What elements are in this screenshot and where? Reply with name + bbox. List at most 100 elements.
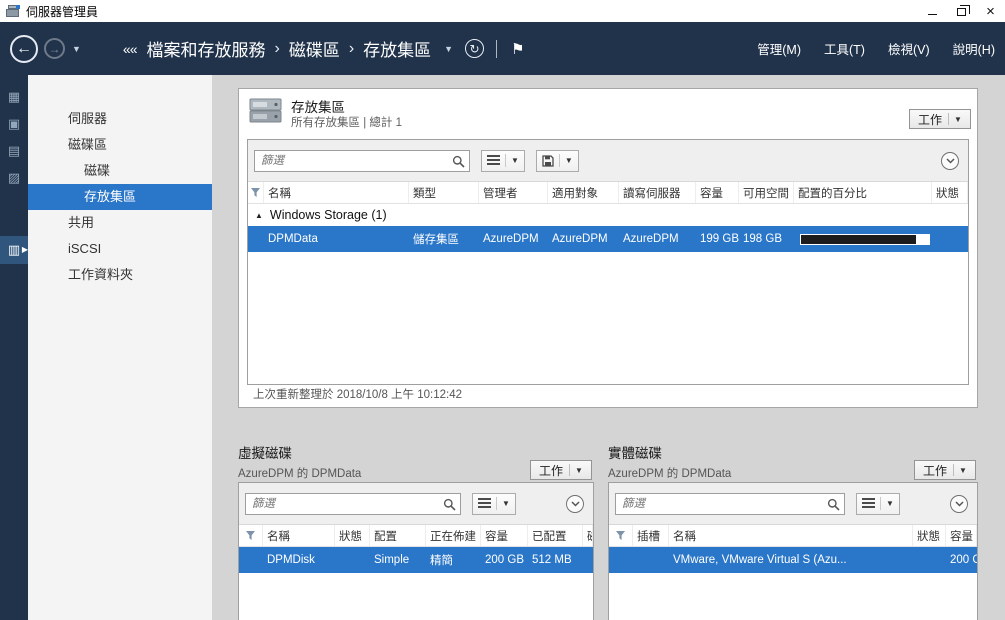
tasks-label: 工作 bbox=[923, 463, 948, 478]
sidebar-item-servers[interactable]: 伺服器 bbox=[28, 106, 212, 132]
column-header-type[interactable]: 類型 bbox=[409, 182, 479, 203]
pools-tasks-button[interactable]: 工作 ▼ bbox=[909, 109, 971, 129]
filter-input[interactable] bbox=[245, 492, 461, 515]
search-icon[interactable] bbox=[443, 498, 456, 511]
cell-managed-by: AzureDPM bbox=[483, 233, 539, 245]
virtual-disks-header: 虛擬磁碟 AzureDPM 的 DPMData 工作 ▼ bbox=[238, 442, 594, 480]
export-button[interactable]: ▼ bbox=[535, 149, 579, 172]
dashboard-icon[interactable]: ▦ bbox=[0, 85, 28, 109]
breadcrumb-item[interactable]: 檔案和存放服務 bbox=[147, 36, 266, 61]
menu-view[interactable]: 檢視(V) bbox=[888, 39, 930, 58]
column-header-status[interactable]: 狀態 bbox=[335, 525, 370, 546]
column-header-percent-allocated[interactable]: 配置的百分比 bbox=[794, 182, 932, 203]
column-header-status[interactable]: 狀態 bbox=[913, 525, 946, 546]
breadcrumb-separator-icon: › bbox=[274, 39, 280, 57]
chevron-down-icon bbox=[945, 157, 955, 164]
back-button[interactable]: ← bbox=[10, 34, 38, 63]
restore-icon bbox=[957, 5, 970, 16]
filter-criteria-button[interactable]: ▼ bbox=[472, 492, 516, 515]
collapse-tile-button[interactable] bbox=[950, 494, 968, 513]
close-button[interactable]: × bbox=[976, 0, 1005, 22]
cell-capacity: 200 GB bbox=[950, 554, 977, 566]
pool-row-dpmdata[interactable]: DPMData 儲存集區 AzureDPM AzureDPM AzureDPM … bbox=[248, 226, 968, 252]
refresh-button[interactable]: ↻ bbox=[465, 39, 485, 58]
file-storage-services-icon[interactable]: ▥ ▶ bbox=[0, 236, 28, 264]
chevron-down-icon: ▼ bbox=[953, 464, 967, 476]
column-header-capacity[interactable]: 容量 bbox=[946, 525, 977, 546]
collapse-tile-button[interactable] bbox=[566, 494, 584, 513]
chevron-down-icon: ▼ bbox=[505, 154, 519, 167]
breadcrumb-dropdown-icon[interactable]: ▼ bbox=[444, 44, 453, 54]
sidebar-item-volumes[interactable]: 磁碟區 bbox=[28, 132, 212, 158]
cell-name: VMware, VMware Virtual S (Azu... bbox=[673, 554, 847, 566]
breadcrumb-item-current[interactable]: 存放集區 bbox=[363, 36, 431, 61]
chevron-down-icon bbox=[954, 500, 964, 507]
filter-column-header[interactable] bbox=[248, 182, 264, 203]
column-header-capacity[interactable]: 容量 bbox=[481, 525, 528, 546]
column-header-truncated[interactable]: 磁 bbox=[583, 525, 593, 546]
notifications-flag-icon[interactable]: ⚑ bbox=[511, 40, 524, 58]
column-header-available-to[interactable]: 適用對象 bbox=[548, 182, 619, 203]
menu-help[interactable]: 說明(H) bbox=[953, 39, 995, 58]
column-header-name[interactable]: 名稱 bbox=[263, 525, 335, 546]
physical-disk-row-vmware[interactable]: VMware, VMware Virtual S (Azu... 200 GB bbox=[609, 547, 977, 573]
percent-allocated-bar bbox=[800, 233, 930, 245]
restore-button[interactable] bbox=[947, 0, 976, 22]
cell-provisioning: 精簡 bbox=[430, 555, 453, 567]
storage-pool-icon bbox=[249, 98, 282, 123]
forward-arrow-icon: → bbox=[48, 41, 61, 56]
cell-capacity: 199 GB bbox=[700, 233, 739, 245]
virtual-disks-list: ▼ 名稱 狀態 配置 正在佈建 容量 bbox=[238, 482, 594, 620]
filter-input[interactable] bbox=[254, 149, 470, 172]
menu-tools[interactable]: 工具(T) bbox=[824, 39, 865, 58]
menu-manage[interactable]: 管理(M) bbox=[757, 39, 801, 58]
cell-allocated: 512 MB bbox=[532, 554, 572, 566]
sidebar-item-storage-pools[interactable]: 存放集區 bbox=[28, 184, 212, 210]
breadcrumb-separator-icon: › bbox=[348, 39, 355, 57]
filter-criteria-button[interactable]: ▼ bbox=[481, 149, 525, 172]
navigation-bar: ← → ▼ «« 檔案和存放服務 › 磁碟區 › 存放集區 ▼ ↻ ⚑ 管理(M… bbox=[0, 22, 1005, 75]
sidebar-item-iscsi[interactable]: iSCSI bbox=[28, 236, 212, 262]
local-server-icon[interactable]: ▣ bbox=[0, 112, 28, 136]
column-header-slot[interactable]: 插槽 bbox=[633, 525, 669, 546]
search-icon[interactable] bbox=[452, 155, 465, 168]
filter-input[interactable] bbox=[615, 492, 845, 515]
virtual-disk-row-dpmdisk[interactable]: DPMDisk Simple 精簡 200 GB 512 MB bbox=[239, 547, 593, 573]
physical-disks-filter bbox=[615, 492, 845, 515]
virtual-disks-tasks-button[interactable]: 工作 ▼ bbox=[530, 460, 592, 480]
virtual-disks-filter bbox=[245, 492, 461, 515]
history-dropdown-icon[interactable]: ▼ bbox=[72, 44, 81, 54]
sidebar-item-label: 磁碟區 bbox=[68, 137, 108, 152]
column-header-name[interactable]: 名稱 bbox=[669, 525, 913, 546]
filter-column-header[interactable] bbox=[609, 525, 633, 546]
column-header-allocated[interactable]: 已配置 bbox=[528, 525, 583, 546]
subtile-title: 虛擬磁碟 bbox=[238, 446, 292, 461]
filter-column-header[interactable] bbox=[239, 525, 263, 546]
column-header-provisioning[interactable]: 正在佈建 bbox=[426, 525, 481, 546]
column-header-status[interactable]: 狀態 bbox=[932, 182, 968, 203]
minimize-button[interactable] bbox=[918, 0, 947, 22]
column-header-free-space[interactable]: 可用空間 bbox=[739, 182, 794, 203]
column-header-managed-by[interactable]: 管理者 bbox=[479, 182, 548, 203]
cell-available-to: AzureDPM bbox=[552, 233, 608, 245]
roles-icon[interactable]: ▨ bbox=[0, 166, 28, 190]
all-servers-icon[interactable]: ▤ bbox=[0, 139, 28, 163]
breadcrumb-collapse-icon[interactable]: «« bbox=[123, 41, 138, 57]
collapse-tile-button[interactable] bbox=[941, 151, 959, 170]
cell-name: DPMDisk bbox=[267, 554, 315, 566]
sidebar-item-label: 伺服器 bbox=[68, 111, 108, 126]
column-header-rw-server[interactable]: 讀寫伺服器 bbox=[619, 182, 696, 203]
search-icon[interactable] bbox=[827, 498, 840, 511]
group-row-windows-storage[interactable]: ▲ Windows Storage (1) bbox=[248, 204, 968, 226]
sidebar-item-shares[interactable]: 共用 bbox=[28, 210, 212, 236]
physical-disks-tasks-button[interactable]: 工作 ▼ bbox=[914, 460, 976, 480]
column-header-layout[interactable]: 配置 bbox=[370, 525, 426, 546]
sidebar-item-disks[interactable]: 磁碟 bbox=[28, 158, 212, 184]
sidebar-item-work-folders[interactable]: 工作資料夾 bbox=[28, 262, 212, 288]
forward-button[interactable]: → bbox=[44, 38, 65, 59]
list-icon bbox=[862, 498, 875, 508]
filter-criteria-button[interactable]: ▼ bbox=[856, 492, 900, 515]
breadcrumb-item[interactable]: 磁碟區 bbox=[289, 36, 340, 61]
column-header-name[interactable]: 名稱 bbox=[264, 182, 409, 203]
column-header-capacity[interactable]: 容量 bbox=[696, 182, 739, 203]
